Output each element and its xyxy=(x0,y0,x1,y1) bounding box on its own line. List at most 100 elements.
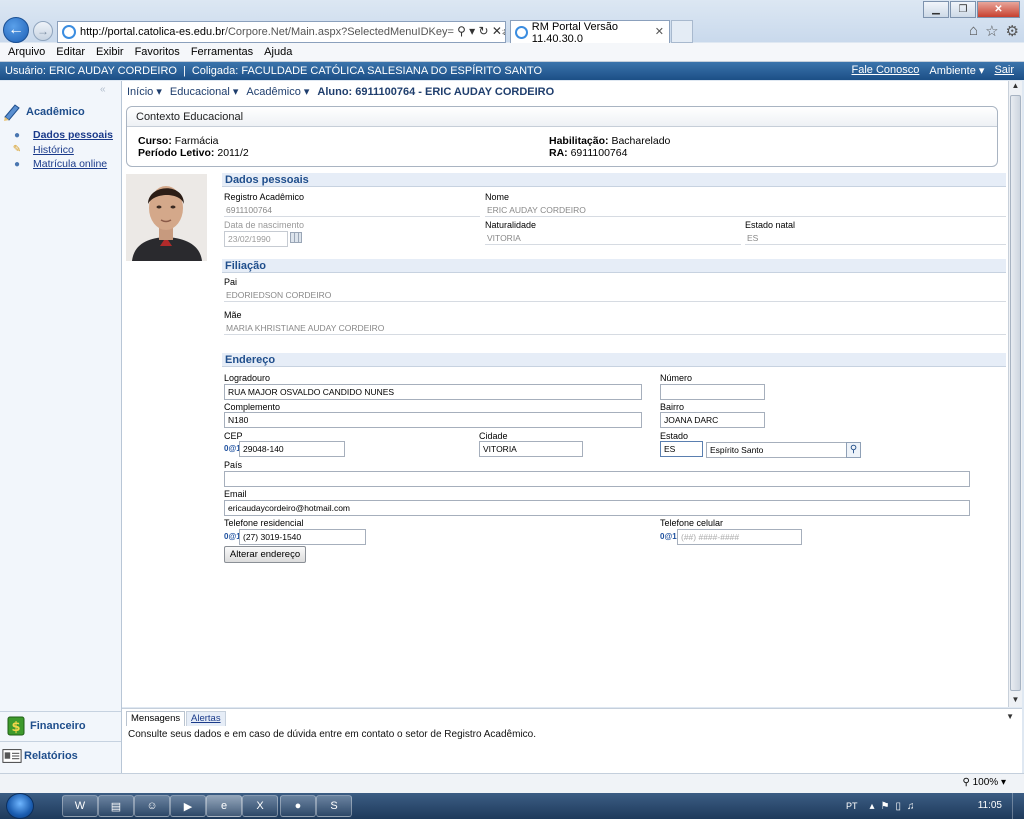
chevron-down-icon[interactable]: ▼ xyxy=(1006,712,1014,721)
estado-label: Estado xyxy=(660,431,689,441)
sidebar-section-academico[interactable]: Acadêmico xyxy=(2,102,85,122)
sidebar-item-historico[interactable]: ✎ Histórico xyxy=(10,143,113,157)
sidebar-item-dados-pessoais[interactable]: ● Dados pessoais xyxy=(10,128,113,142)
browser-titlebar: ← → http://portal.catolica-es.edu.br/Cor… xyxy=(0,0,1024,45)
restore-button[interactable]: ❐ xyxy=(950,1,976,18)
student-photo xyxy=(126,174,207,261)
svg-text:$: $ xyxy=(11,720,20,735)
url-host: http://portal.catolica-es.edu.br xyxy=(80,26,225,38)
home-icon[interactable]: ⌂ xyxy=(969,22,978,40)
sidebar-item-label: Histórico xyxy=(33,143,74,156)
main-content: Início ▾ Educacional ▾ Acadêmico ▾ Aluno… xyxy=(122,81,1008,707)
tray-clock[interactable]: 11:05 xyxy=(978,800,1002,811)
pais-input[interactable] xyxy=(224,471,970,487)
sidebar-item-matricula-online[interactable]: ● Matrícula online xyxy=(10,157,113,171)
sidebar-section-relatorios[interactable]: Relatórios xyxy=(0,741,121,769)
bairro-input[interactable]: JOANA DARC xyxy=(660,412,765,428)
context-title: Contexto Educacional xyxy=(127,107,997,127)
sidebar-item-label: Dados pessoais xyxy=(33,129,113,141)
cep-input[interactable]: 29048-140 xyxy=(239,441,345,457)
taskbar-folder-icon[interactable]: ▤ xyxy=(98,795,134,817)
context-curso: Curso: Farmácia xyxy=(138,135,219,147)
breadcrumb-inicio[interactable]: Início ▾ xyxy=(127,85,162,98)
menu-arquivo[interactable]: Arquivo xyxy=(8,46,45,58)
forward-button[interactable]: → xyxy=(33,21,53,41)
section-dados-pessoais: Dados pessoais xyxy=(222,173,1006,187)
email-input[interactable]: ericaudaycordeiro@hotmail.com xyxy=(224,500,970,516)
start-button[interactable] xyxy=(6,793,34,819)
menu-exibir[interactable]: Exibir xyxy=(96,46,124,58)
tray-icons[interactable]: ▴⚑▯♫ xyxy=(870,801,921,812)
logradouro-input[interactable]: RUA MAJOR OSVALDO CANDIDO NUNES xyxy=(224,384,642,400)
complemento-input[interactable]: N180 xyxy=(224,412,642,428)
new-tab-button[interactable] xyxy=(671,20,693,43)
alterar-endereco-button[interactable]: Alterar endereço xyxy=(224,546,306,563)
taskbar-app-icon[interactable]: ● xyxy=(280,795,316,817)
taskbar-skype-icon[interactable]: S xyxy=(316,795,352,817)
section-academico-label: Acadêmico xyxy=(26,106,85,118)
taskbar-excel-icon[interactable]: X xyxy=(242,795,278,817)
context-ra: RA: 6911100764 xyxy=(549,147,627,159)
address-bar[interactable]: http://portal.catolica-es.edu.br/Corpore… xyxy=(57,21,506,43)
address-tools-icons[interactable]: ⚲ ▾ ↻ ✕ xyxy=(454,24,502,38)
logout-link[interactable]: Sair xyxy=(994,64,1014,77)
cidade-input[interactable]: VITORIA xyxy=(479,441,583,457)
zoom-level[interactable]: ⚲ 100% ▾ xyxy=(963,777,1007,788)
minimize-button[interactable]: ▁ xyxy=(923,1,949,18)
pais-label: País xyxy=(224,460,243,470)
estado-select[interactable]: Espírito Santo ▼ xyxy=(706,442,859,458)
numero-input[interactable] xyxy=(660,384,765,400)
naturalidade-field: VITORIA xyxy=(485,231,741,245)
tab-mensagens[interactable]: Mensagens xyxy=(126,711,186,726)
pai-label: Pai xyxy=(224,277,238,287)
sidebar-collapse-icon[interactable]: « xyxy=(100,84,106,95)
nome-label: Nome xyxy=(485,192,510,202)
menu-editar[interactable]: Editar xyxy=(56,46,85,58)
back-button[interactable]: ← xyxy=(3,17,29,43)
browser-toolbar-icons: ⌂ ☆ ⚙ xyxy=(969,22,1019,40)
breadcrumb-student: Aluno: 6911100764 - ERIC AUDAY CORDEIRO xyxy=(317,85,555,98)
browser-statusbar: ⚲ 100% ▾ xyxy=(0,773,1024,793)
favorites-star-icon[interactable]: ☆ xyxy=(985,22,998,40)
cep-label: CEP xyxy=(224,431,243,441)
taskbar-word-icon[interactable]: W xyxy=(62,795,98,817)
taskbar-media-icon[interactable]: ▶ xyxy=(170,795,206,817)
tel-cel-input[interactable]: (##) ####-#### xyxy=(677,529,802,545)
zoom-value: 100% xyxy=(972,777,999,788)
taskbar: W ▤ ☺ ▶ e X ● S PT ▴⚑▯♫ 11:05 xyxy=(0,793,1024,819)
cidade-label: Cidade xyxy=(479,431,508,441)
registro-field: 6911100764 xyxy=(224,203,480,217)
show-desktop-button[interactable] xyxy=(1012,793,1024,819)
sidebar-menu: ● Dados pessoais ✎ Histórico ● Matrícula… xyxy=(10,128,113,172)
tab-close-icon[interactable]: ✕ xyxy=(655,25,664,38)
estado-code-input[interactable]: ES xyxy=(660,441,703,457)
scroll-down-icon[interactable]: ▼ xyxy=(1009,695,1022,707)
scroll-thumb[interactable] xyxy=(1010,95,1021,691)
email-label: Email xyxy=(224,489,247,499)
contact-link[interactable]: Fale Conosco xyxy=(852,64,920,77)
sidebar-section-financeiro[interactable]: $ Financeiro xyxy=(0,711,121,739)
tab-alertas[interactable]: Alertas xyxy=(186,711,226,726)
environment-menu[interactable]: Ambiente ▾ xyxy=(929,64,984,77)
nascimento-field: 23/02/1990 xyxy=(224,231,288,247)
browser-menubar: Arquivo Editar Exibir Favoritos Ferramen… xyxy=(0,43,1024,62)
sidebar: « Acadêmico ● Dados pessoais ✎ Histórico… xyxy=(0,81,122,773)
taskbar-ie-icon[interactable]: e xyxy=(206,795,242,817)
mask-input-icon: 0@1 xyxy=(224,444,241,453)
browser-tab[interactable]: RM Portal Versão 11.40.30.0 ✕ xyxy=(510,20,670,45)
report-icon xyxy=(2,746,22,766)
close-window-button[interactable]: ✕ xyxy=(977,1,1020,18)
breadcrumb-educacional[interactable]: Educacional ▾ xyxy=(170,85,239,98)
menu-ajuda[interactable]: Ajuda xyxy=(264,46,292,58)
tray-language[interactable]: PT xyxy=(846,801,858,811)
scroll-up-icon[interactable]: ▲ xyxy=(1009,81,1022,93)
search-icon[interactable]: ⚲ xyxy=(846,442,861,458)
habilitacao-value: Bacharelado xyxy=(611,135,671,147)
settings-gear-icon[interactable]: ⚙ xyxy=(1006,22,1019,40)
breadcrumb-academico[interactable]: Acadêmico ▾ xyxy=(246,85,309,98)
content-scrollbar[interactable]: ▲ ▼ xyxy=(1008,81,1022,707)
menu-favoritos[interactable]: Favoritos xyxy=(135,46,180,58)
tel-res-input[interactable]: (27) 3019-1540 xyxy=(239,529,366,545)
taskbar-messenger-icon[interactable]: ☺ xyxy=(134,795,170,817)
menu-ferramentas[interactable]: Ferramentas xyxy=(191,46,253,58)
